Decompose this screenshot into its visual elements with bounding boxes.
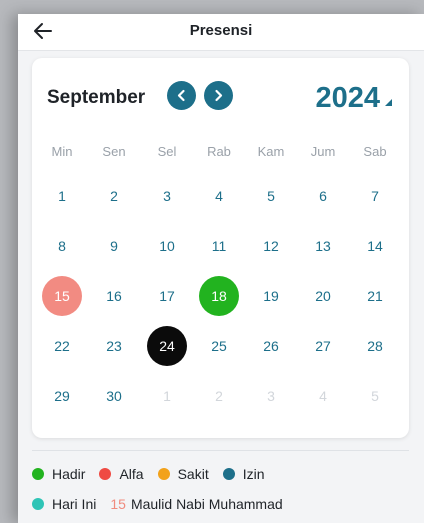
caret-down-icon[interactable] xyxy=(385,99,392,106)
legend-status-row: Hadir Alfa Sakit Izin xyxy=(32,466,279,482)
prev-month-button[interactable] xyxy=(167,81,196,110)
calendar-day[interactable]: 6 xyxy=(303,176,343,216)
today-dot-icon xyxy=(32,498,44,510)
calendar-day[interactable]: 20 xyxy=(303,276,343,316)
calendar-day: 2 xyxy=(215,388,223,404)
calendar-day[interactable]: 21 xyxy=(355,276,395,316)
month-label: September xyxy=(47,87,146,108)
calendar-day[interactable]: 11 xyxy=(199,226,239,266)
legend-dot-icon xyxy=(157,468,170,480)
calendar-day[interactable]: 15 xyxy=(42,276,82,316)
calendar-day[interactable]: 29 xyxy=(42,376,82,416)
calendar-day[interactable]: 17 xyxy=(147,276,187,316)
next-month-button[interactable] xyxy=(204,81,233,110)
legend-label: Alfa xyxy=(119,466,144,482)
legend-label: Hadir xyxy=(52,466,86,482)
calendar-day[interactable]: 4 xyxy=(199,176,239,216)
legend-item-izin: Izin xyxy=(222,466,265,482)
calendar-day: 4 xyxy=(319,388,327,404)
calendar-day[interactable]: 18 xyxy=(199,276,239,316)
calendar-day[interactable]: 2 xyxy=(94,176,134,216)
calendar-day[interactable]: 19 xyxy=(251,276,291,316)
calendar-day[interactable]: 13 xyxy=(303,226,343,266)
divider xyxy=(32,450,409,451)
calendar-day[interactable]: 8 xyxy=(42,226,82,266)
holiday-day: 15 xyxy=(110,496,126,512)
chevron-left-icon xyxy=(177,89,185,102)
weekday-label: Sel xyxy=(157,144,177,159)
legend-today: Hari Ini xyxy=(32,496,96,512)
calendar-day[interactable]: 1 xyxy=(42,176,82,216)
legend-dot-icon xyxy=(99,468,112,480)
top-app-bar: Presensi xyxy=(18,14,424,51)
weekday-label: Sen xyxy=(102,144,126,159)
legend-dot-icon xyxy=(222,468,235,480)
calendar-day: 3 xyxy=(267,388,275,404)
legend-item-alfa: Alfa xyxy=(99,466,144,482)
calendar-day[interactable]: 10 xyxy=(147,226,187,266)
calendar-day[interactable]: 5 xyxy=(251,176,291,216)
calendar-day[interactable]: 9 xyxy=(94,226,134,266)
weekday-label: Rab xyxy=(207,144,231,159)
chevron-right-icon xyxy=(215,89,223,102)
calendar-day[interactable]: 30 xyxy=(94,376,134,416)
holiday-label: Maulid Nabi Muhammad xyxy=(130,496,283,512)
legend-holiday: 15 Maulid Nabi Muhammad xyxy=(110,496,282,512)
legend-today-label: Hari Ini xyxy=(52,496,97,512)
legend-label: Sakit xyxy=(177,466,209,482)
calendar-day[interactable]: 7 xyxy=(355,176,395,216)
calendar-day[interactable]: 23 xyxy=(94,326,134,366)
legend-label: Izin xyxy=(242,466,265,482)
calendar-day[interactable]: 22 xyxy=(42,326,82,366)
calendar-card: September 2024 Min Sen Sel Rab Kam Jum Sab 123… xyxy=(32,58,409,438)
weekday-label: Kam xyxy=(257,144,285,159)
calendar-day: 5 xyxy=(371,388,379,404)
legend-item-hadir: Hadir xyxy=(32,466,85,482)
year-selector[interactable]: 2024 xyxy=(315,82,380,115)
legend-item-sakit: Sakit xyxy=(157,466,209,482)
calendar-day[interactable]: 28 xyxy=(355,326,395,366)
legend-dot-icon xyxy=(32,468,44,480)
calendar-day[interactable]: 12 xyxy=(251,226,291,266)
weekday-label: Jum xyxy=(310,144,336,159)
calendar-day[interactable]: 25 xyxy=(199,326,239,366)
calendar-day[interactable]: 14 xyxy=(355,226,395,266)
weekday-label: Sab xyxy=(363,144,387,159)
calendar-day[interactable]: 16 xyxy=(94,276,134,316)
page-title: Presensi xyxy=(189,22,253,39)
calendar-day: 1 xyxy=(163,388,171,404)
calendar-day[interactable]: 26 xyxy=(251,326,291,366)
weekday-label: Min xyxy=(51,144,73,159)
calendar-day[interactable]: 24 xyxy=(147,326,187,366)
app-screen: Presensi September 2024 Min Sen Sel Rab Kam J… xyxy=(18,14,424,523)
calendar-day[interactable]: 27 xyxy=(303,326,343,366)
legend-info-row: Hari Ini 15 Maulid Nabi Muhammad xyxy=(32,496,297,512)
calendar-day[interactable]: 3 xyxy=(147,176,187,216)
